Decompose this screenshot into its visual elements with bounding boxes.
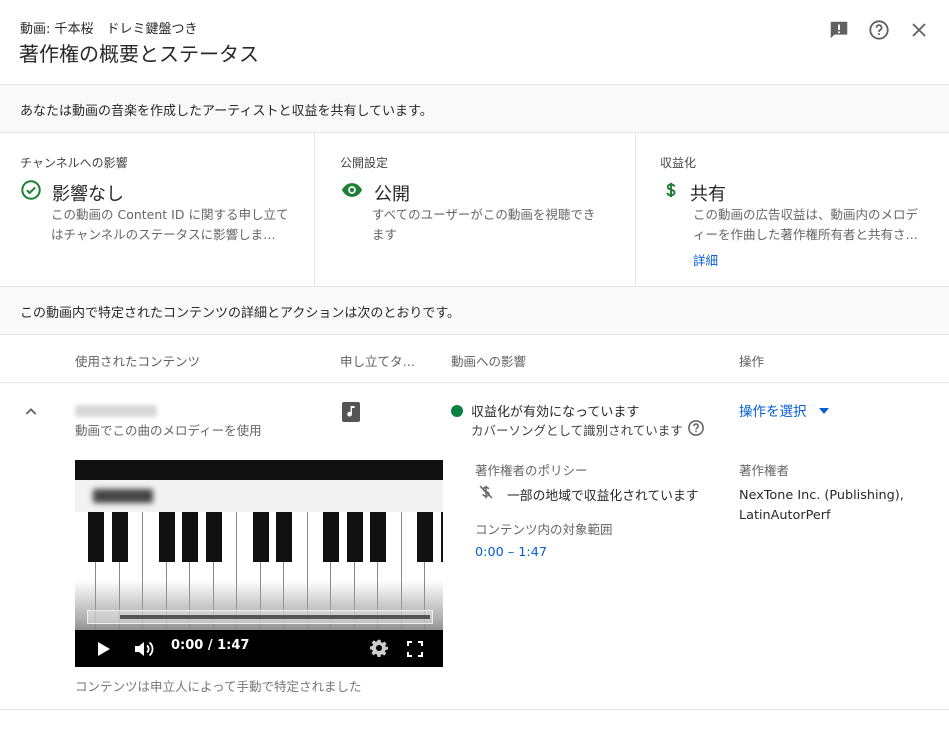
column-header-claim-type: 申し立てタ… [340,354,416,369]
banner-text: この動画内で特定されたコンテンツの詳細とアクションは次のとおりです。 [20,306,461,321]
dollar-icon [662,179,680,206]
help-icon[interactable] [867,18,891,42]
revenue-share-banner: あなたは動画の音楽を作成したアーティストと収益を共有しています。 [0,85,949,133]
feedback-icon[interactable] [827,18,851,42]
card-description-line: ィーを作曲した著作権所有者と共有さ… [693,227,919,242]
card-description: この動画の広告収益は、動画内のメロデ ィーを作曲した著作権所有者と共有さ… [693,205,938,245]
card-status: 共有 [662,179,726,206]
card-status: 公開 [340,179,410,206]
select-action-dropdown[interactable]: 操作を選択 [739,400,829,420]
owner-label: 著作権者 [739,463,790,478]
money-off-icon [478,483,494,505]
identification-note: コンテンツは申立人によって手動で特定されました [75,679,362,694]
piano-black-key [88,512,104,562]
dialog-title: 著作権の概要とステータス [19,42,259,66]
piano-black-key [205,512,222,562]
card-status: 影響なし [20,179,124,206]
volume-icon[interactable] [133,637,157,661]
close-icon[interactable] [907,18,931,42]
seek-track [120,615,430,619]
eye-icon [340,179,364,206]
dropdown-arrow-icon [818,402,829,418]
policy-value: 一部の地域で収益化されています [507,489,699,504]
details-link[interactable]: 詳細 [693,250,718,269]
monetization-card: 収益化 共有 この動画の広告収益は、動画内のメロデ ィーを作曲した著作権所有者と… [636,133,949,286]
collapse-chevron-icon[interactable] [20,401,42,423]
select-action-label: 操作を選択 [739,404,807,420]
player-title-strip [75,480,443,512]
piano-black-key [346,512,363,562]
card-label: チャンネルへの影響 [20,156,128,170]
piano-black-key [158,512,175,562]
time-display: 0:00 / 1:47 [171,638,250,653]
impact-status-text: 収益化が有効になっています [471,405,640,420]
owner-line: NexTone Inc. (Publishing), [739,488,904,503]
content-details-banner: この動画内で特定されたコンテンツの詳細とアクションは次のとおりです。 [0,287,949,335]
summary-cards: チャンネルへの影響 影響なし この動画の Content ID に関する申し立て… [0,133,949,287]
piano-black-key [182,512,198,562]
piano-black-key [440,512,443,562]
card-description-line: すべてのユーザーがこの動画を視聴でき [372,207,596,222]
gear-icon[interactable] [368,637,390,659]
play-icon[interactable] [93,638,115,660]
owner-value: NexTone Inc. (Publishing), LatinAutorPer… [739,486,904,526]
music-note-icon [342,402,360,426]
channel-impact-card: チャンネルへの影響 影響なし この動画の Content ID に関する申し立て… [0,133,314,286]
impact-detail: カバーソングとして識別されています [471,419,705,440]
piano-black-key [323,512,339,562]
policy-label: 著作権者のポリシー [475,463,588,478]
piano-black-key [370,512,386,562]
owner-line: LatinAutorPerf [739,508,831,523]
card-description-line: ます [372,227,398,242]
column-header-impact: 動画への影響 [451,354,527,369]
card-label: 収益化 [660,156,697,170]
card-description-line: この動画の広告収益は、動画内のメロデ [693,207,919,222]
check-circle-icon [20,179,42,206]
piano-black-key [417,512,433,562]
seek-bar[interactable] [87,610,433,624]
content-usage: 動画でこの曲のメロディーを使用 [75,423,262,438]
piano-black-key [252,512,269,562]
help-icon[interactable] [687,419,705,440]
impact-status: 収益化が有効になっています [451,401,639,420]
fullscreen-icon[interactable] [404,638,426,660]
range-label: コンテンツ内の対象範囲 [475,522,613,537]
dialog-header: 動画: 千本桜 ドレミ鍵盤つき 著作権の概要とステータス [0,0,949,85]
column-header-content: 使用されたコンテンツ [75,354,201,369]
impact-detail-text: カバーソングとして識別されています [471,423,683,438]
card-status-text: 影響なし [52,183,124,205]
card-description-line: はチャンネルのステータスに影響しま… [51,227,276,242]
column-header-actions: 操作 [739,354,765,369]
video-player[interactable]: 0:00 / 1:47 [75,460,443,667]
visibility-card: 公開設定 公開 すべてのユーザーがこの動画を視聴でき ます [315,133,635,286]
piano-black-key [276,512,292,562]
card-label: 公開設定 [340,156,389,170]
claim-row: 動画でこの曲のメロディーを使用 収益化が有効になっています カバーソングとして識… [0,383,949,710]
card-description: すべてのユーザーがこの動画を視聴でき ます [372,205,622,245]
banner-text: あなたは動画の音楽を作成したアーティストと収益を共有しています。 [20,104,433,119]
card-status-text: 公開 [374,183,410,205]
player-top-bar [75,460,443,480]
claims-table-header: 使用されたコンテンツ 申し立てタ… 動画への影響 操作 [0,335,949,383]
piano-black-key [111,512,128,562]
card-description: この動画の Content ID に関する申し立て はチャンネルのステータスに影… [51,205,301,245]
range-value-link[interactable]: 0:00 – 1:47 [475,545,547,560]
status-dot [451,404,463,417]
card-description-line: この動画の Content ID に関する申し立て [51,207,289,222]
video-title: 動画: 千本桜 ドレミ鍵盤つき [20,22,198,37]
card-status-text: 共有 [690,183,726,205]
content-title-redacted [75,405,157,417]
title-redacted [93,489,153,503]
